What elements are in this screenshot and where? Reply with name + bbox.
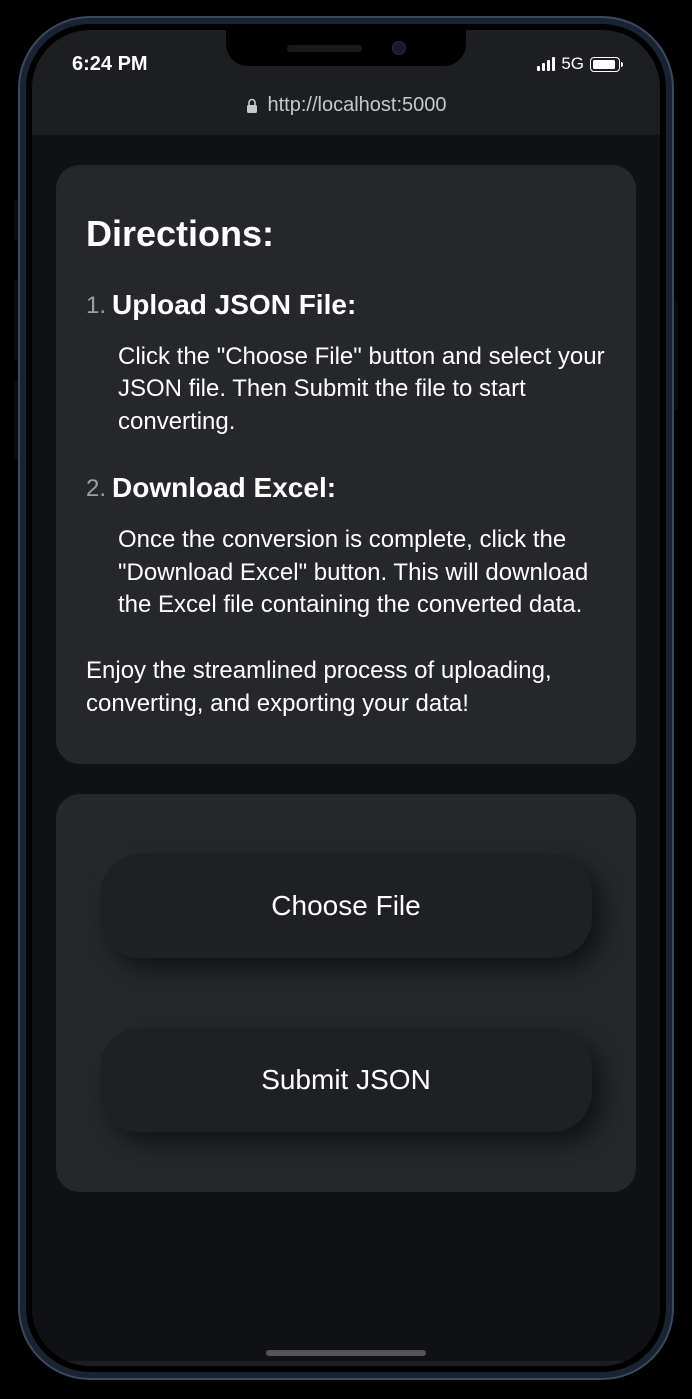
phone-notch xyxy=(226,30,466,66)
step-2-number: 2. xyxy=(86,472,106,504)
phone-bezel: 6:24 PM 5G http://localhost:5000 xyxy=(26,24,666,1372)
step-1-heading-row: 1. Upload JSON File: xyxy=(86,289,606,321)
phone-frame: 6:24 PM 5G http://localhost:5000 xyxy=(20,18,672,1378)
status-right-cluster: 5G xyxy=(537,54,620,74)
step-1-number: 1. xyxy=(86,289,106,321)
directions-title: Directions: xyxy=(86,213,606,255)
home-indicator[interactable] xyxy=(266,1350,426,1356)
network-type-label: 5G xyxy=(561,54,584,74)
status-time: 6:24 PM xyxy=(72,53,148,76)
actions-card: Choose File Submit JSON xyxy=(56,794,636,1192)
lock-icon xyxy=(245,98,259,114)
url-text: http://localhost:5000 xyxy=(267,94,446,117)
step-1-body: Click the "Choose File" button and selec… xyxy=(118,341,606,438)
step-2-heading-row: 2. Download Excel: xyxy=(86,472,606,504)
page-content: Directions: 1. Upload JSON File: Click t… xyxy=(32,135,660,1361)
browser-url-bar[interactable]: http://localhost:5000 xyxy=(32,82,660,135)
signal-icon xyxy=(537,57,555,71)
phone-screen: 6:24 PM 5G http://localhost:5000 xyxy=(32,30,660,1366)
step-2-body: Once the conversion is complete, click t… xyxy=(118,524,606,621)
side-button-power xyxy=(672,300,678,410)
directions-card: Directions: 1. Upload JSON File: Click t… xyxy=(56,165,636,764)
front-camera xyxy=(392,41,406,55)
battery-fill xyxy=(593,60,615,69)
directions-footer: Enjoy the streamlined process of uploadi… xyxy=(86,655,606,720)
submit-json-button[interactable]: Submit JSON xyxy=(100,1028,592,1132)
battery-icon xyxy=(590,57,620,72)
step-2-heading: Download Excel: xyxy=(112,472,336,504)
choose-file-button[interactable]: Choose File xyxy=(100,854,592,958)
speaker-grill xyxy=(287,45,362,52)
step-1-heading: Upload JSON File: xyxy=(112,289,356,321)
